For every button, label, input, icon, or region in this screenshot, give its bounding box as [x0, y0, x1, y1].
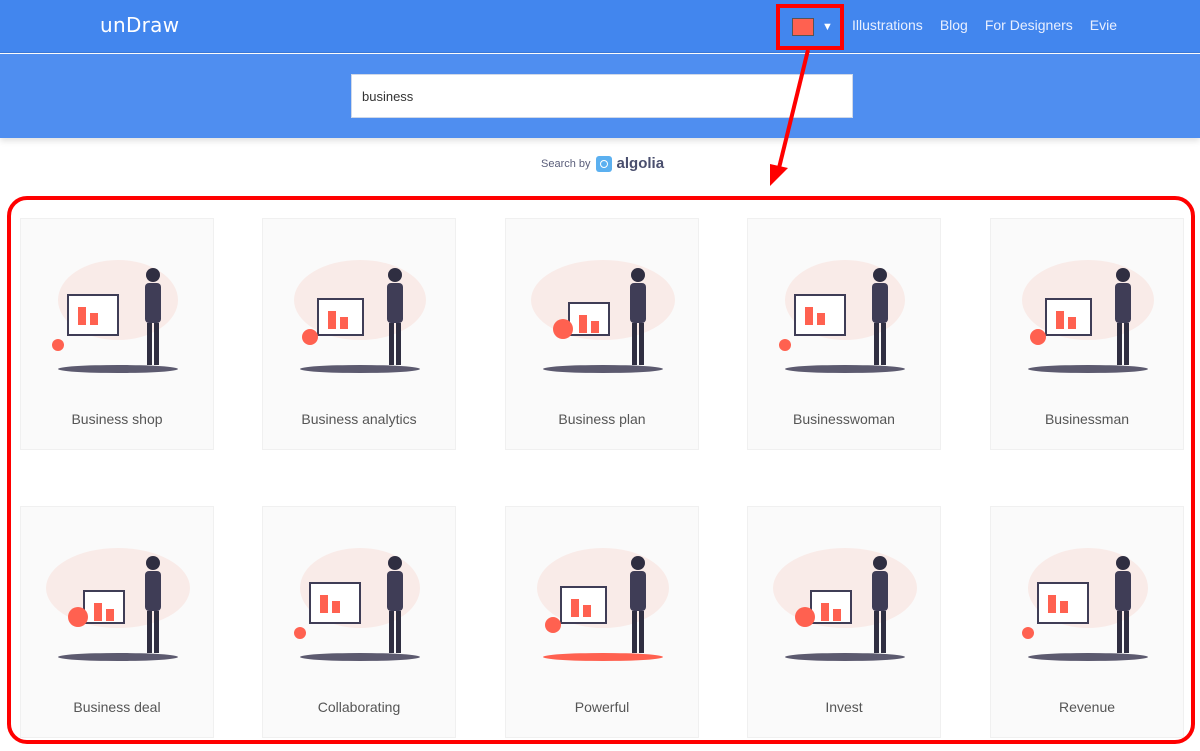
businesswoman-illustration — [779, 260, 905, 373]
nav-for-designers[interactable]: For Designers — [985, 17, 1073, 33]
nav-illustrations[interactable]: Illustrations — [852, 17, 923, 33]
illustration-card[interactable]: Businesswoman — [747, 218, 941, 450]
illustration-title: Business plan — [558, 411, 646, 427]
revenue-illustration — [1022, 548, 1148, 661]
shop-illustration — [52, 260, 178, 373]
nav-blog[interactable]: Blog — [940, 17, 968, 33]
nav-links: Illustrations Blog For Designers Evie — [852, 17, 1117, 33]
invest-illustration — [773, 548, 917, 661]
illustration-card[interactable]: Collaborating — [262, 506, 456, 738]
illustration-card[interactable]: Invest — [747, 506, 941, 738]
illustration-title: Powerful — [574, 699, 630, 715]
color-swatch — [792, 18, 814, 36]
collaboration-illustration — [294, 548, 420, 661]
presentation-illustration — [531, 260, 675, 373]
logo[interactable]: unDraw — [100, 13, 179, 37]
algolia-brand: algolia — [616, 155, 665, 172]
analytics-illustration — [294, 260, 426, 373]
illustration-title: Invest — [825, 699, 863, 715]
illustration-title: Business deal — [73, 699, 161, 715]
top-navbar: unDraw ▼ Illustrations Blog For Designer… — [0, 0, 1200, 53]
algolia-icon — [595, 155, 612, 172]
illustration-title: Revenue — [1058, 699, 1116, 715]
illustration-title: Business shop — [71, 411, 163, 427]
illustration-card[interactable]: Revenue — [990, 506, 1184, 738]
illustration-card[interactable]: Powerful — [505, 506, 699, 738]
illustration-card[interactable]: Business deal — [20, 506, 214, 738]
search-input[interactable] — [351, 74, 853, 118]
powerful-illustration — [537, 548, 669, 661]
caret-down-icon: ▼ — [822, 21, 833, 33]
illustration-title: Businesswoman — [793, 411, 895, 427]
arrow-head-icon — [770, 164, 788, 186]
search-by-text: Search by — [541, 157, 591, 170]
illustration-title: Businessman — [1044, 411, 1130, 427]
illustration-card[interactable]: Business shop — [20, 218, 214, 450]
nav-user[interactable]: Evie — [1090, 17, 1117, 33]
color-picker-button[interactable]: ▼ — [784, 12, 836, 42]
illustration-card[interactable]: Business plan — [505, 218, 699, 450]
handshake-illustration — [46, 548, 190, 661]
illustration-title: Collaborating — [317, 699, 401, 715]
illustration-card[interactable]: Business analytics — [262, 218, 456, 450]
search-attribution: Search by algolia — [541, 155, 664, 172]
businessman-illustration — [1022, 260, 1154, 373]
illustration-title: Business analytics — [301, 411, 417, 427]
illustration-card[interactable]: Businessman — [990, 218, 1184, 450]
